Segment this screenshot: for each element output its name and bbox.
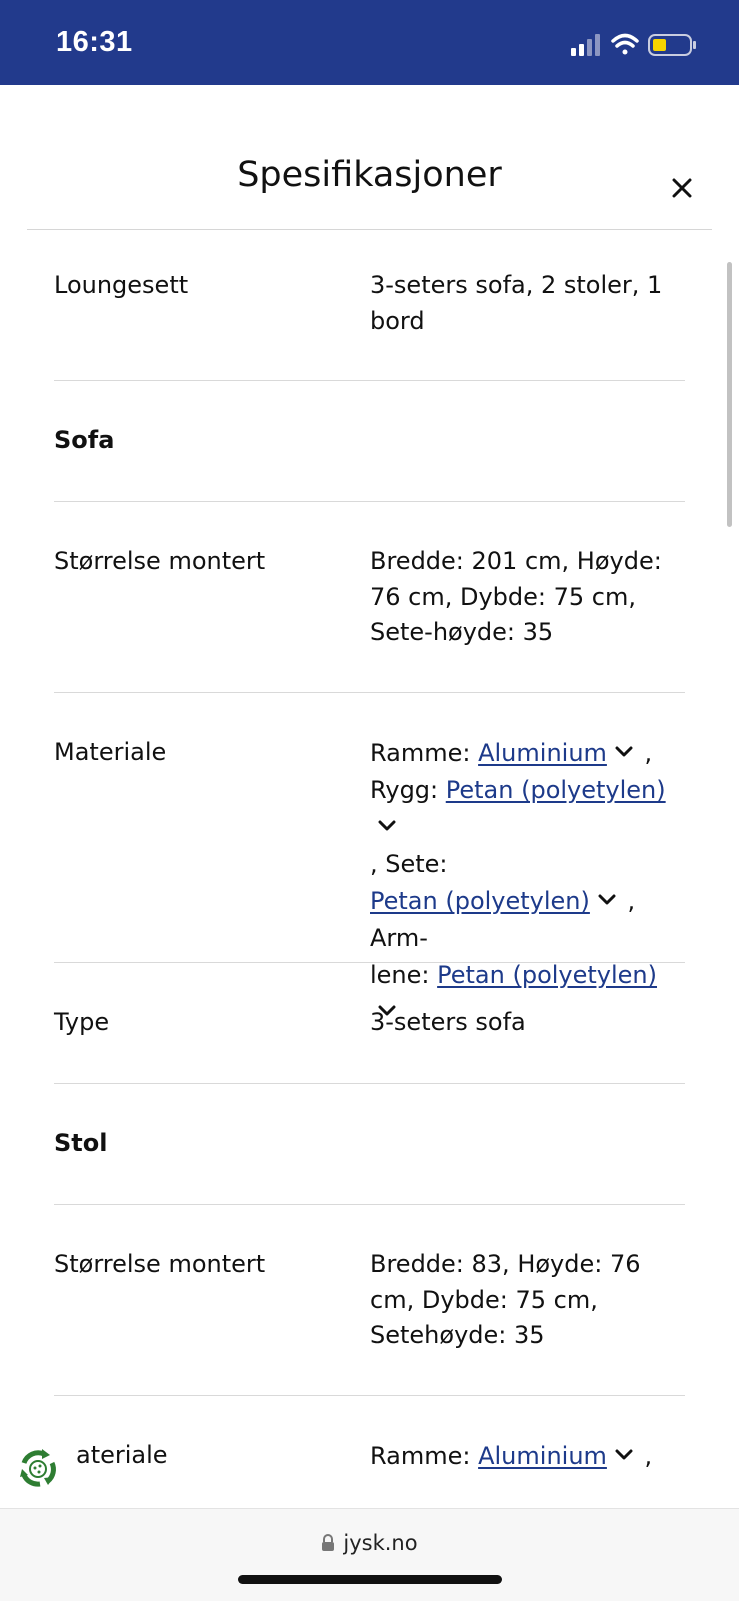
wifi-icon (611, 33, 639, 55)
section-heading: Stol (54, 1129, 108, 1157)
spec-label: Størrelse montert (54, 547, 266, 575)
modal-title: Spesifikasjoner (237, 155, 502, 195)
section-heading: Sofa (54, 426, 115, 454)
cellular-signal-icon (571, 34, 600, 56)
url-display[interactable]: jysk.no (0, 1531, 739, 1555)
spec-label: Type (54, 1008, 110, 1036)
spec-section-stol: Stol (54, 1084, 685, 1205)
home-indicator[interactable] (238, 1575, 502, 1584)
material-line: Petan (polyetylen) , Arm- (370, 883, 685, 957)
material-prefix: Ramme: (370, 739, 479, 767)
spec-section-sofa: Sofa (54, 381, 685, 502)
material-line: Rygg: Petan (polyetylen) (370, 772, 685, 846)
material-line: , Sete: (370, 846, 685, 883)
spec-row-type: Type 3-seters sofa (54, 963, 685, 1084)
material-prefix: Ramme: (370, 1442, 479, 1470)
close-icon (672, 178, 692, 198)
spec-value: 3-seters sofa (370, 1008, 526, 1036)
spec-value: 3-seters sofa, 2 stoler, 1 bord (370, 271, 663, 335)
spec-value: Bredde: 83, Høyde: 76 cm, Dybde: 75 cm, … (370, 1250, 641, 1349)
spec-row-material-sofa: Materiale Ramme: Aluminium , Rygg: Petan… (54, 693, 685, 1016)
material-link-petan[interactable]: Petan (polyetylen) (446, 776, 666, 804)
spec-row-size-stol: Størrelse montert Bredde: 83, Høyde: 76 … (54, 1205, 685, 1396)
scrollbar[interactable] (727, 262, 732, 527)
material-suffix: , (636, 739, 653, 767)
eco-badge[interactable] (12, 1443, 64, 1495)
material-link-aluminium[interactable]: Aluminium (478, 739, 607, 767)
url-text: jysk.no (343, 1531, 418, 1555)
spec-label: ateriale (76, 1441, 168, 1469)
material-prefix: , Sete: (370, 850, 448, 878)
spec-row-loungesett: Loungesett 3-seters sofa, 2 stoler, 1 bo… (54, 230, 685, 381)
battery-icon (648, 34, 696, 56)
modal-header: Spesifikasjoner (0, 85, 739, 230)
spec-label: Loungesett (54, 271, 189, 299)
material-suffix: , (636, 1442, 653, 1470)
spec-row-material-stol: ateriale Ramme: Aluminium , (54, 1396, 685, 1506)
browser-url-bar[interactable]: jysk.no (0, 1508, 739, 1601)
spec-row-size-sofa: Størrelse montert Bredde: 201 cm, Høyde:… (54, 502, 685, 693)
material-prefix: Rygg: (370, 776, 446, 804)
chevron-down-icon[interactable] (615, 1449, 633, 1461)
spec-label: Størrelse montert (54, 1250, 266, 1278)
material-link-petan[interactable]: Petan (polyetylen) (370, 887, 590, 915)
material-link-aluminium[interactable]: Aluminium (478, 1442, 607, 1470)
spec-value: Bredde: 201 cm, Høyde: 76 cm, Dybde: 75 … (370, 547, 662, 646)
spec-list: Loungesett 3-seters sofa, 2 stoler, 1 bo… (54, 230, 685, 1506)
spec-label: Materiale (54, 738, 167, 766)
chevron-down-icon[interactable] (615, 746, 633, 758)
chevron-down-icon[interactable] (598, 894, 616, 906)
close-button[interactable] (662, 168, 702, 208)
material-line: Ramme: Aluminium , (370, 735, 685, 772)
status-time: 16:31 (56, 26, 133, 58)
chevron-down-icon[interactable] (378, 820, 396, 832)
status-bar: 16:31 (0, 0, 739, 85)
lock-icon (322, 1534, 335, 1551)
status-icons (569, 30, 709, 60)
recycle-icon (13, 1444, 63, 1494)
material-value: Ramme: Aluminium , (370, 1438, 685, 1475)
